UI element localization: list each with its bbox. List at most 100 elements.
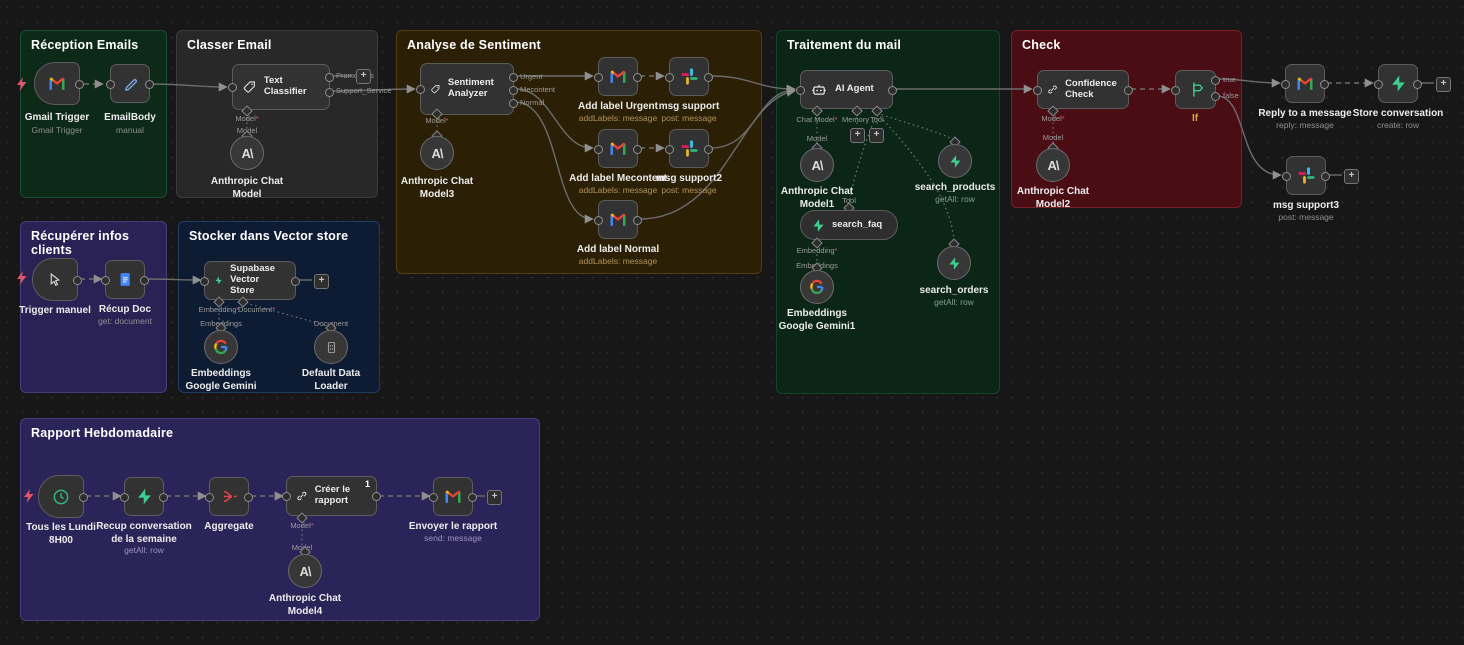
add-memory-button[interactable]: + xyxy=(850,128,865,143)
node-add-label-urgent[interactable] xyxy=(598,57,638,96)
add-tool-button[interactable]: + xyxy=(869,128,884,143)
node-anthropic-chat-model1[interactable]: A\ xyxy=(800,148,834,182)
node-label: Add label Normal xyxy=(573,244,663,257)
node-add-label-normal[interactable] xyxy=(598,200,638,239)
file-icon xyxy=(324,340,339,355)
group-title: Réception Emails xyxy=(31,38,138,52)
node-label: Anthropic Chat Model2 xyxy=(1008,186,1098,211)
node-label: search_orders xyxy=(909,285,999,298)
add-node-button[interactable]: + xyxy=(487,490,502,505)
node-embeddings-google-gemini1[interactable] xyxy=(800,270,834,304)
clock-icon xyxy=(51,487,71,507)
node-aggregate[interactable] xyxy=(209,477,249,516)
node-creer-le-rapport[interactable]: Créer le rapport 1 xyxy=(286,476,377,516)
add-node-button[interactable]: + xyxy=(1344,169,1359,184)
node-anthropic-chat-model3[interactable]: A\ xyxy=(420,136,454,170)
node-sublabel: getAll: row xyxy=(909,297,999,307)
node-sublabel: reply: message xyxy=(1258,120,1352,130)
node-recup-conversation[interactable] xyxy=(124,477,164,516)
node-anthropic-chat-model2[interactable]: A\ xyxy=(1036,148,1070,182)
group-title: Récupérer infos clients xyxy=(31,229,166,257)
port-label-memory: Memory xyxy=(842,115,869,124)
slack-icon xyxy=(1297,166,1316,185)
output-port xyxy=(509,99,518,108)
node-confidence-check[interactable]: Confidence Check xyxy=(1037,70,1129,109)
node-tous-les-lundi[interactable] xyxy=(38,475,84,518)
supabase-icon xyxy=(948,154,963,169)
node-label: Embeddings Google Gemini xyxy=(174,368,268,393)
node-msg-support2[interactable] xyxy=(669,129,709,168)
supabase-icon xyxy=(811,218,826,233)
port-label-model: Model xyxy=(1023,133,1083,142)
port-label-model: Model* xyxy=(272,521,332,530)
node-label: Aggregate xyxy=(184,521,274,534)
node-if[interactable] xyxy=(1175,70,1216,109)
node-label: EmailBody xyxy=(85,112,175,125)
node-label: Récup Doc xyxy=(80,304,170,317)
anthropic-icon: A\ xyxy=(432,146,443,161)
port-label-model: Model* xyxy=(217,114,277,123)
node-gmail-trigger[interactable] xyxy=(34,62,80,105)
node-label: Recup conversation de la semaine xyxy=(92,521,196,546)
port-label-tool: Tool xyxy=(870,115,884,124)
node-default-data-loader[interactable] xyxy=(314,330,348,364)
output-port-true xyxy=(1211,76,1220,85)
node-emailbody[interactable] xyxy=(110,64,150,103)
group-title: Check xyxy=(1022,38,1061,52)
node-trigger-manuel[interactable] xyxy=(32,258,78,301)
node-envoyer-le-rapport[interactable] xyxy=(433,477,473,516)
add-node-button[interactable]: + xyxy=(314,274,329,289)
node-sentiment-analyzer[interactable]: Sentiment Analyzer xyxy=(420,63,514,115)
google-docs-icon xyxy=(117,271,134,288)
supabase-icon xyxy=(135,487,154,506)
output-label-true: true xyxy=(1223,75,1236,84)
node-title: Confidence Check xyxy=(1065,79,1119,101)
node-sublabel: post: message xyxy=(644,185,734,195)
google-icon xyxy=(809,279,825,295)
node-title: Supabase Vector Store xyxy=(230,264,286,297)
group-title: Rapport Hebdomadaire xyxy=(31,426,173,440)
node-msg-support[interactable] xyxy=(669,57,709,96)
node-reply-to-message[interactable] xyxy=(1285,64,1325,103)
node-search-orders[interactable] xyxy=(937,246,971,280)
group-title: Traitement du mail xyxy=(787,38,901,52)
node-store-conversation[interactable] xyxy=(1378,64,1418,103)
node-anthropic-chat-model4[interactable]: A\ xyxy=(288,554,322,588)
robot-icon xyxy=(810,81,828,99)
node-recup-doc[interactable] xyxy=(105,260,145,299)
trigger-bolt-icon xyxy=(17,271,27,285)
port-label-model: Model* xyxy=(1023,114,1083,123)
workflow-canvas[interactable]: Réception Emails Classer Email Analyse d… xyxy=(0,0,1464,645)
add-node-button[interactable]: + xyxy=(356,69,371,84)
node-anthropic-chat-model[interactable]: A\ xyxy=(230,136,264,170)
gmail-icon xyxy=(443,487,463,507)
supabase-icon xyxy=(1389,74,1408,93)
node-add-label-mecontent[interactable] xyxy=(598,129,638,168)
node-label: Embeddings Google Gemini1 xyxy=(770,308,864,333)
node-text-classifier[interactable]: Text Classifier xyxy=(232,64,330,110)
tag-icon xyxy=(430,81,441,98)
anthropic-icon: A\ xyxy=(812,158,823,173)
node-sublabel: getAll: row xyxy=(910,194,1000,204)
node-ai-agent[interactable]: AI Agent xyxy=(800,70,893,109)
slack-icon xyxy=(680,139,699,158)
node-label: Anthropic Chat Model xyxy=(207,176,287,201)
add-node-button[interactable]: + xyxy=(1436,77,1451,92)
aggregate-icon xyxy=(220,487,239,506)
node-search-faq[interactable]: search_faq xyxy=(800,210,898,240)
node-label: search_products xyxy=(910,182,1000,195)
node-supabase-vector-store[interactable]: Supabase Vector Store xyxy=(204,261,296,300)
node-sublabel: post: message xyxy=(644,113,734,123)
node-embeddings-google-gemini[interactable] xyxy=(204,330,238,364)
items-count-badge: 1 xyxy=(365,479,370,489)
node-label: msg support xyxy=(644,101,734,114)
tag-icon xyxy=(242,79,257,96)
trigger-bolt-icon xyxy=(24,489,34,503)
output-label-normal: Normal xyxy=(520,98,544,107)
group-rapport-hebdo: Rapport Hebdomadaire xyxy=(20,418,540,621)
node-sublabel: getAll: row xyxy=(99,545,189,555)
node-msg-support3[interactable] xyxy=(1286,156,1326,195)
output-port xyxy=(509,73,518,82)
node-search-products[interactable] xyxy=(938,144,972,178)
node-label: Envoyer le rapport xyxy=(408,521,498,534)
